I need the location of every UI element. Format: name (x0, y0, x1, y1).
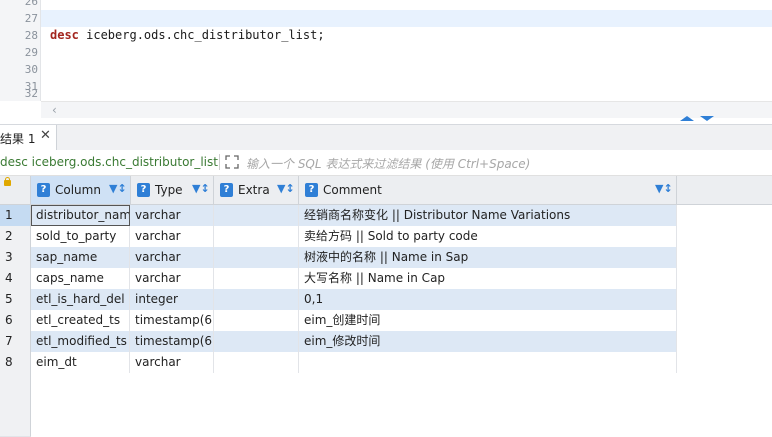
cell-column[interactable]: distributor_name (31, 205, 130, 226)
lock-icon (4, 177, 11, 186)
column-type-icon: ? (220, 183, 233, 197)
column-type-icon: ? (137, 183, 150, 197)
line-number: 27 (24, 12, 38, 25)
cell-extra[interactable] (214, 352, 299, 373)
cell-comment[interactable]: 经销商名称变化 || Distributor Name Variations (299, 205, 677, 226)
sql-editor[interactable]: 26 27 28 29 30 31 32 desc iceberg.ods.ch… (0, 0, 772, 118)
cell-column[interactable]: etl_created_ts (31, 310, 130, 331)
row-number[interactable]: 4 (0, 268, 31, 290)
horizontal-scrollbar[interactable]: ‹ (41, 101, 772, 118)
sql-keyword: desc (50, 28, 79, 42)
close-icon[interactable]: ✕ (40, 128, 51, 143)
collapse-down-icon[interactable] (700, 116, 714, 121)
table-row[interactable]: 2 sold_to_party varchar 卖给方码 || Sold to … (0, 226, 772, 248)
column-header-label: Column (55, 183, 101, 197)
column-header-extra[interactable]: ? Extra ▼↕ (214, 176, 299, 204)
empty-row-header (0, 373, 31, 395)
cell-comment[interactable]: 卖给方码 || Sold to party code (299, 226, 677, 247)
column-header-label: Extra (238, 183, 270, 197)
cell-extra[interactable] (214, 310, 299, 331)
column-header-type[interactable]: ? Type ▼↕ (131, 176, 214, 204)
cell-comment[interactable]: 树液中的名称 || Name in Sap (299, 247, 677, 268)
cell-extra[interactable] (214, 289, 299, 310)
row-number[interactable]: 7 (0, 331, 31, 353)
row-number[interactable]: 5 (0, 289, 31, 311)
tab-results-1[interactable]: 结果 1 ✕ (0, 125, 57, 150)
cell-column[interactable]: eim_dt (31, 352, 130, 373)
table-row[interactable]: 6 etl_created_ts timestamp(6) eim_创建时间 (0, 310, 772, 332)
divider (219, 154, 220, 170)
table-row[interactable]: 5 etl_is_hard_del integer 0,1 (0, 289, 772, 311)
line-number: 30 (24, 63, 38, 76)
cell-column[interactable]: caps_name (31, 268, 130, 289)
empty-row-header (0, 415, 31, 437)
collapse-up-icon[interactable] (680, 116, 694, 121)
filter-input[interactable]: 输入一个 SQL 表达式来过滤结果 (使用 Ctrl+Space) (246, 155, 530, 172)
cell-type[interactable]: varchar (130, 268, 214, 289)
row-number[interactable]: 3 (0, 247, 31, 269)
column-header-column[interactable]: ? Column ▼↕ (31, 176, 131, 204)
cell-comment[interactable]: eim_修改时间 (299, 331, 677, 352)
current-line-highlight (41, 10, 772, 27)
expand-icon[interactable] (225, 155, 239, 169)
column-type-icon: ? (37, 183, 50, 197)
cell-extra[interactable] (214, 226, 299, 247)
cell-type[interactable]: timestamp(6) (130, 310, 214, 331)
cell-comment[interactable]: eim_创建时间 (299, 310, 677, 331)
results-grid[interactable]: ? Column ▼↕ ? Type ▼↕ ? Extra ▼↕ ? Comme… (0, 176, 772, 437)
sql-text: iceberg.ods.chc_distributor_list; (78, 28, 325, 42)
cell-column[interactable]: etl_is_hard_del (31, 289, 130, 310)
line-number: 29 (24, 46, 38, 59)
row-number[interactable]: 8 (0, 352, 31, 374)
cell-extra[interactable] (214, 268, 299, 289)
cell-type[interactable]: varchar (130, 247, 214, 268)
line-number: 26 (24, 0, 38, 8)
sort-filter-icon[interactable]: ▼↕ (192, 182, 210, 195)
table-row[interactable]: 1 distributor_name varchar 经销商名称变化 || Di… (0, 205, 772, 227)
cell-extra[interactable] (214, 247, 299, 268)
cell-comment[interactable]: 0,1 (299, 289, 677, 310)
cell-column[interactable]: sap_name (31, 247, 130, 268)
table-row[interactable]: 7 etl_modified_ts timestamp(6) eim_修改时间 (0, 331, 772, 353)
column-header-comment[interactable]: ? Comment ▼↕ (299, 176, 677, 204)
cell-comment[interactable] (299, 352, 677, 373)
table-row[interactable]: 4 caps_name varchar 大写名称 || Name in Cap (0, 268, 772, 290)
table-row[interactable]: 8 eim_dt varchar (0, 352, 772, 374)
line-number: 28 (24, 29, 38, 42)
cell-column[interactable]: sold_to_party (31, 226, 130, 247)
cell-comment[interactable]: 大写名称 || Name in Cap (299, 268, 677, 289)
tab-label: 结果 1 (0, 132, 36, 146)
panel-collapse-toggle[interactable] (680, 116, 716, 124)
cell-extra[interactable] (214, 331, 299, 352)
column-type-icon: ? (305, 183, 318, 197)
code-line[interactable]: desc iceberg.ods.chc_distributor_list; (50, 27, 325, 44)
sort-filter-icon[interactable]: ▼↕ (655, 182, 673, 195)
cell-type[interactable]: timestamp(6) (130, 331, 214, 352)
results-tab-bar: 结果 1 ✕ (0, 124, 772, 151)
sort-filter-icon[interactable]: ▼↕ (277, 182, 295, 195)
cell-type[interactable]: integer (130, 289, 214, 310)
line-number: 32 (24, 87, 38, 100)
grid-header: ? Column ▼↕ ? Type ▼↕ ? Extra ▼↕ ? Comme… (0, 176, 772, 205)
grid-corner[interactable] (0, 176, 31, 204)
row-number[interactable]: 1 (0, 205, 31, 227)
cell-type[interactable]: varchar (130, 205, 214, 226)
query-text: desc iceberg.ods.chc_distributor_list (0, 155, 218, 169)
scroll-left-icon[interactable]: ‹ (52, 103, 57, 117)
cell-column[interactable]: etl_modified_ts (31, 331, 130, 352)
column-header-label: Comment (323, 183, 382, 197)
row-number[interactable]: 2 (0, 226, 31, 248)
column-header-label: Type (155, 183, 183, 197)
empty-row-header (0, 394, 31, 416)
filter-bar: desc iceberg.ods.chc_distributor_list 输入… (0, 150, 772, 176)
table-row[interactable]: 3 sap_name varchar 树液中的名称 || Name in Sap (0, 247, 772, 269)
cell-extra[interactable] (214, 205, 299, 226)
cell-type[interactable]: varchar (130, 352, 214, 373)
cell-type[interactable]: varchar (130, 226, 214, 247)
sort-filter-icon[interactable]: ▼↕ (109, 182, 127, 195)
row-number[interactable]: 6 (0, 310, 31, 332)
